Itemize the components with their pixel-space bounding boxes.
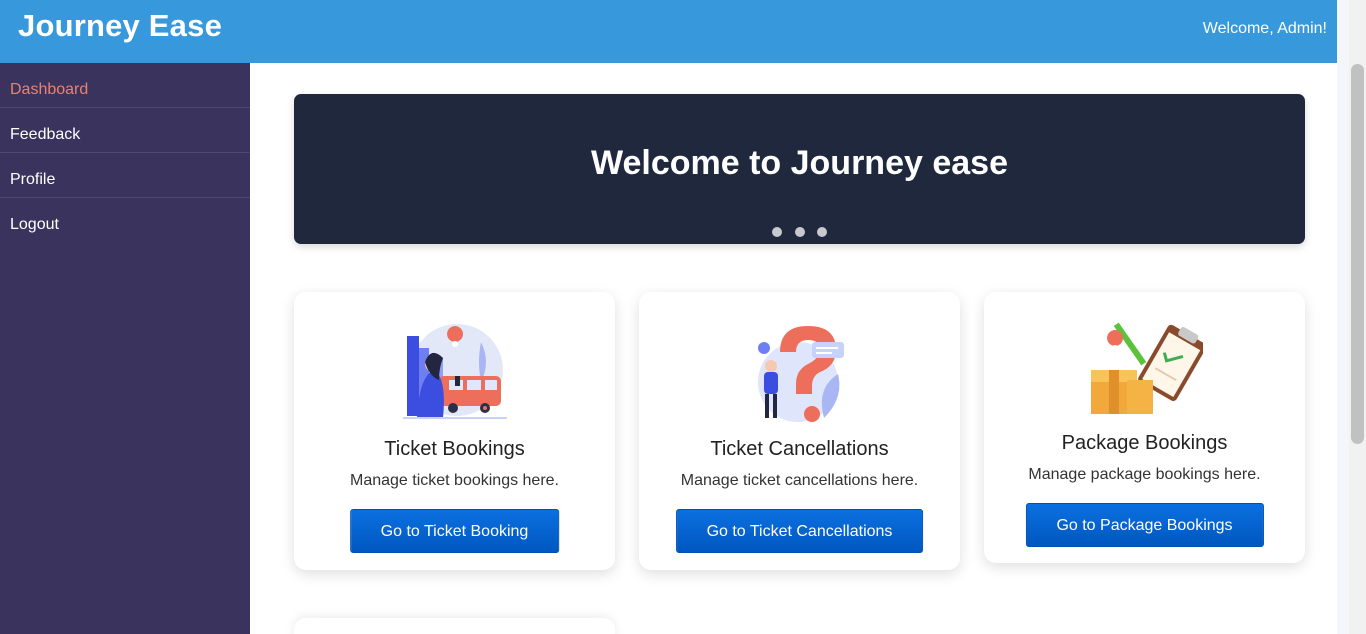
question-mark-illustration-icon xyxy=(757,326,844,422)
next-card-partial xyxy=(294,618,615,634)
page-scrollbar[interactable] xyxy=(1349,0,1366,634)
sidebar-nav: Dashboard Feedback Profile Logout xyxy=(0,63,250,634)
card-desc-ticket-bookings: Manage ticket bookings here. xyxy=(349,472,559,489)
carousel-dot-1[interactable] xyxy=(772,227,783,237)
brand-title[interactable]: Journey Ease xyxy=(18,8,222,44)
go-to-package-bookings-button[interactable]: Go to Package Bookings xyxy=(1025,503,1264,547)
package-clipboard-illustration-icon xyxy=(1090,322,1203,414)
carousel-dot-2[interactable] xyxy=(794,227,805,237)
card-title-ticket-cancellations: Ticket Cancellations xyxy=(710,438,889,460)
card-title-package-bookings: Package Bookings xyxy=(1061,432,1228,454)
carousel-title: Welcome to Journey ease xyxy=(591,144,1008,182)
sidebar-item-feedback[interactable]: Feedback xyxy=(0,108,250,153)
top-header: Journey Ease Welcome, Admin! xyxy=(0,0,1337,63)
card-title-ticket-bookings: Ticket Bookings xyxy=(384,438,525,460)
card-desc-ticket-cancellations: Manage ticket cancellations here. xyxy=(680,472,919,489)
sidebar-item-logout[interactable]: Logout xyxy=(0,198,250,243)
go-to-ticket-booking-button[interactable]: Go to Ticket Booking xyxy=(349,509,560,553)
carousel-indicators xyxy=(294,224,1305,242)
ticket-cancellations-card: Ticket Cancellations Manage ticket cance… xyxy=(639,292,960,570)
carousel-dot-3[interactable] xyxy=(816,227,827,237)
card-desc-package-bookings: Manage package bookings here. xyxy=(1028,466,1261,483)
ticket-bookings-card: Ticket Bookings Manage ticket bookings h… xyxy=(294,292,615,570)
go-to-ticket-cancellations-button[interactable]: Go to Ticket Cancellations xyxy=(675,509,924,553)
sidebar-item-profile[interactable]: Profile xyxy=(0,153,250,198)
ticket-booking-illustration-icon xyxy=(402,324,507,419)
welcome-message: Welcome, Admin! xyxy=(1202,20,1327,37)
scrollbar-thumb[interactable] xyxy=(1351,64,1364,444)
main-content: Welcome to Journey ease Ticket Bookings … xyxy=(250,63,1337,634)
package-bookings-card: Package Bookings Manage package bookings… xyxy=(984,292,1305,563)
sidebar-item-dashboard[interactable]: Dashboard xyxy=(0,63,250,108)
welcome-carousel: Welcome to Journey ease xyxy=(294,94,1305,244)
